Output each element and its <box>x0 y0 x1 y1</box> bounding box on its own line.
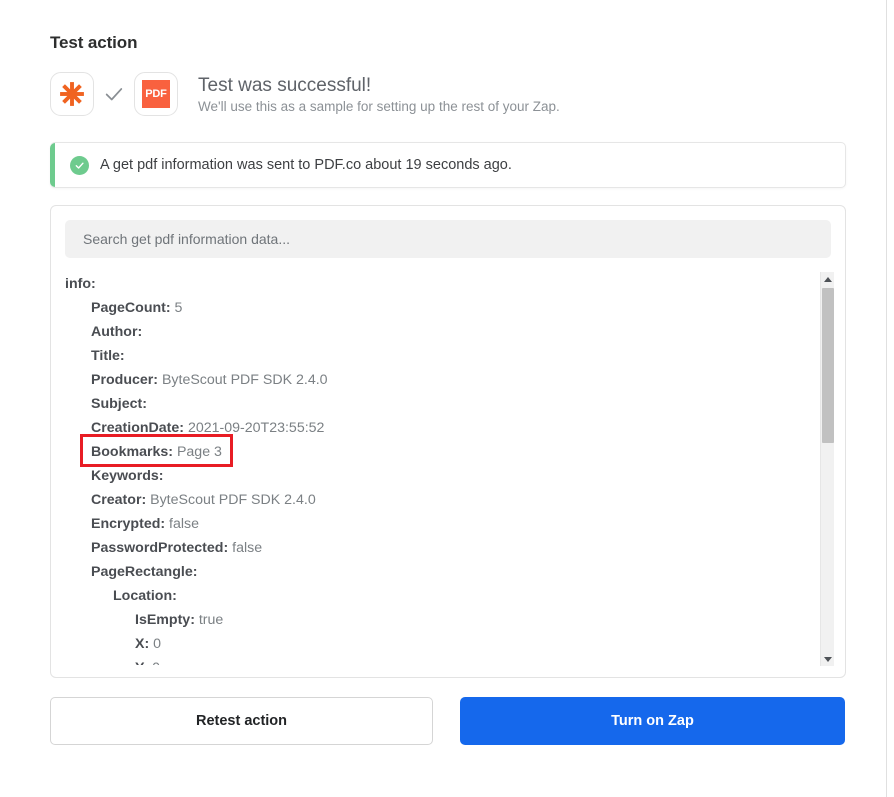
zapier-asterisk-icon <box>59 81 85 107</box>
data-row: Location: <box>65 584 801 608</box>
data-row-value: false <box>165 516 199 532</box>
banner-accent-bar <box>50 143 55 187</box>
test-result-title: Test was successful! <box>198 74 560 98</box>
test-result-subtitle: We'll use this as a sample for setting u… <box>198 99 560 114</box>
data-row-value: 0 <box>149 636 161 652</box>
data-row: Title: <box>65 344 801 368</box>
test-result-header: PDF Test was successful! We'll use this … <box>50 72 846 116</box>
data-row: Producer: ByteScout PDF SDK 2.4.0 <box>65 368 801 392</box>
data-row: Subject: <box>65 392 801 416</box>
data-row: Y: 0 <box>65 656 801 665</box>
scroll-down-button[interactable] <box>821 652 835 666</box>
data-row: Keywords: <box>65 464 801 488</box>
data-row-key: info: <box>65 276 96 292</box>
test-data-panel: info: PageCount: 5 Author: Title: Producer: … <box>50 205 846 678</box>
banner-message: A get pdf information was sent to PDF.co… <box>100 157 512 173</box>
data-row-key: Keywords: <box>91 468 164 484</box>
data-row-value: 2021-09-20T23:55:52 <box>184 420 324 436</box>
triangle-down-icon <box>824 657 832 662</box>
data-row-key: Encrypted: <box>91 516 165 532</box>
data-row: CreationDate: 2021-09-20T23:55:52 <box>65 416 801 440</box>
test-result-text: Test was successful! We'll use this as a… <box>198 74 560 115</box>
data-row: info: <box>65 272 801 296</box>
data-row-key: Bookmarks: <box>91 444 173 460</box>
test-data-list: info: PageCount: 5 Author: Title: Producer: … <box>65 272 831 665</box>
data-row-key: Producer: <box>91 372 158 388</box>
action-footer: Retest action Turn on Zap <box>50 697 846 745</box>
data-row: Bookmarks: Page 3 <box>65 440 801 464</box>
data-row-key: Creator: <box>91 492 146 508</box>
test-action-panel: Test action PDF Test was successful! <box>50 0 846 745</box>
check-circle-icon <box>70 156 89 175</box>
pdf-icon-label: PDF <box>142 80 170 108</box>
data-row-value: true <box>195 612 223 628</box>
data-row-key: PasswordProtected: <box>91 540 228 556</box>
data-row-key: CreationDate: <box>91 420 184 436</box>
scrollbar-thumb[interactable] <box>822 288 834 443</box>
data-row-value: ByteScout PDF SDK 2.4.0 <box>146 492 316 508</box>
data-row-key: X: <box>135 636 149 652</box>
pdfco-app-icon: PDF <box>134 72 178 116</box>
data-row-key: Y: <box>135 660 148 665</box>
zapier-app-icon <box>50 72 94 116</box>
data-row-key: PageCount: <box>91 300 171 316</box>
page-title: Test action <box>50 0 846 53</box>
data-row-key: Location: <box>113 588 177 604</box>
data-row: X: 0 <box>65 632 801 656</box>
data-row: IsEmpty: true <box>65 608 801 632</box>
search-input[interactable] <box>65 220 831 258</box>
data-row-value: Page 3 <box>173 444 222 460</box>
data-row-key: PageRectangle: <box>91 564 197 580</box>
data-row-value: false <box>228 540 262 556</box>
page-right-divider <box>886 0 887 797</box>
success-banner: A get pdf information was sent to PDF.co… <box>50 142 846 188</box>
data-row: Creator: ByteScout PDF SDK 2.4.0 <box>65 488 801 512</box>
check-separator <box>103 83 125 105</box>
data-row-key: IsEmpty: <box>135 612 195 628</box>
turn-on-zap-button[interactable]: Turn on Zap <box>460 697 845 745</box>
data-row: PasswordProtected: false <box>65 536 801 560</box>
data-row: PageRectangle: <box>65 560 801 584</box>
data-row-key: Author: <box>91 324 142 340</box>
data-row-key: Title: <box>91 348 125 364</box>
data-row-value: 5 <box>171 300 183 316</box>
scroll-up-button[interactable] <box>821 272 835 286</box>
data-row-value: 0 <box>148 660 160 665</box>
data-row-value: ByteScout PDF SDK 2.4.0 <box>158 372 328 388</box>
data-row: PageCount: 5 <box>65 296 801 320</box>
triangle-up-icon <box>824 277 832 282</box>
data-row-key: Subject: <box>91 396 147 412</box>
data-row: Encrypted: false <box>65 512 801 536</box>
data-list-scrollbar[interactable] <box>820 272 834 666</box>
retest-action-button[interactable]: Retest action <box>50 697 433 745</box>
check-icon <box>103 83 125 105</box>
data-row: Author: <box>65 320 801 344</box>
